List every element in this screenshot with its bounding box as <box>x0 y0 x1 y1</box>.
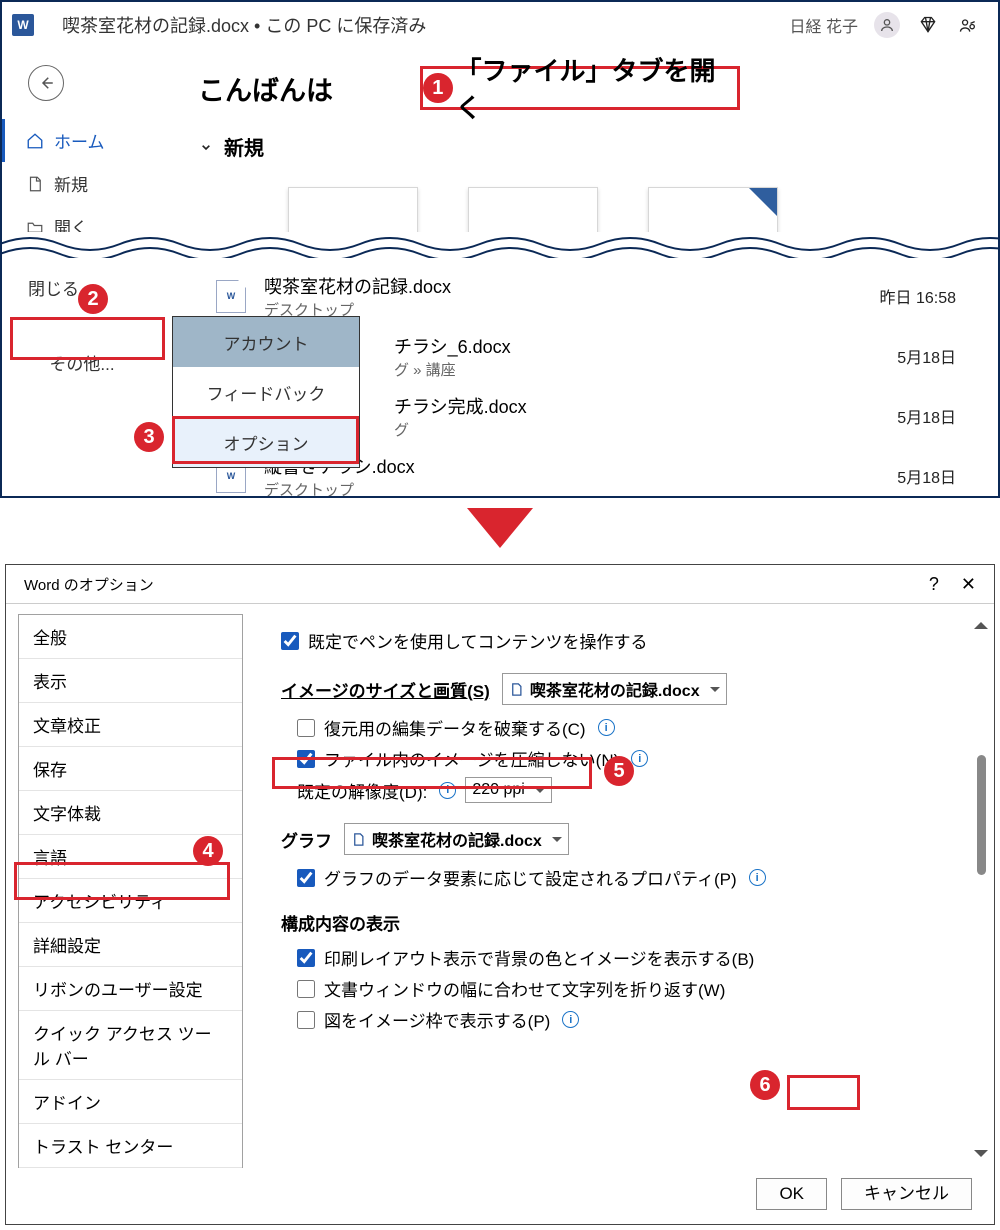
recent-file-time: 5月18日 <box>897 404 956 428</box>
callout-number-4: 4 <box>193 836 223 866</box>
nav-new-label: 新規 <box>54 171 88 196</box>
cat-addins[interactable]: アドイン <box>19 1080 242 1124</box>
recent-file-path: グ <box>394 419 527 440</box>
file-name: 喫茶室花材の記録.docx <box>62 16 249 36</box>
backstage-lower: 閉じる その他... W 喫茶室花材の記録.docxデスクトップ 昨日 16:5… <box>4 258 996 494</box>
highlight-ok <box>787 1075 860 1110</box>
info-icon[interactable]: i <box>749 869 766 886</box>
cat-advanced[interactable]: 詳細設定 <box>19 923 242 967</box>
info-icon[interactable]: i <box>598 719 615 736</box>
callout-number-2: 2 <box>78 284 108 314</box>
recent-file-name: チラシ_6.docx <box>394 333 511 359</box>
callout-number-5: 5 <box>604 756 634 786</box>
section-show-content: 構成内容の表示 <box>281 910 944 935</box>
nav-home[interactable]: ホーム <box>2 119 158 162</box>
back-button[interactable] <box>28 65 64 101</box>
nav-close-label: 閉じる <box>28 275 79 300</box>
recent-file-path: グ » 講座 <box>394 359 511 380</box>
opt-pen-checkbox[interactable] <box>281 632 299 650</box>
recent-file-time: 昨日 16:58 <box>880 284 957 308</box>
user-name: 日経 花子 <box>790 13 858 37</box>
opt-frame-checkbox[interactable] <box>297 1011 315 1029</box>
section-chart: グラフ 喫茶室花材の記録.docx <box>281 823 944 855</box>
highlight-more <box>10 317 165 360</box>
info-icon[interactable]: i <box>631 750 648 767</box>
titlebar-right: 日経 花子 <box>790 12 980 38</box>
dialog-titlebar: Word のオプション ? ✕ <box>6 565 994 603</box>
new-label: 新規 <box>224 132 264 161</box>
callout-number-1: 1 <box>423 73 453 103</box>
opt-wrap-window[interactable]: 文書ウィンドウの幅に合わせて文字列を折り返す(W) <box>297 976 944 1001</box>
cat-display[interactable]: 表示 <box>19 659 242 703</box>
recent-file-time: 5月18日 <box>897 344 956 368</box>
share-icon[interactable] <box>956 13 980 37</box>
opt-discard-checkbox[interactable] <box>297 719 315 737</box>
highlight-options <box>172 416 359 464</box>
word-file-icon: W <box>216 280 246 313</box>
cat-typography[interactable]: 文字体裁 <box>19 791 242 835</box>
scroll-down-icon[interactable] <box>974 1150 988 1164</box>
nav-new[interactable]: 新規 <box>2 162 158 205</box>
cat-save[interactable]: 保存 <box>19 747 242 791</box>
callout-open-file-tab: 1「ファイル」タブを開く <box>420 66 740 110</box>
recent-file-path: デスクトップ <box>264 479 415 499</box>
opt-pen-input[interactable]: 既定でペンを使用してコンテンツを操作する <box>281 628 944 653</box>
title-bar: W 喫茶室花材の記録.docx • この PC に保存済み 日経 花子 <box>2 2 998 47</box>
document-title: 喫茶室花材の記録.docx • この PC に保存済み <box>62 12 426 38</box>
word-app-icon: W <box>12 14 34 36</box>
dialog-button-row: OK キャンセル <box>6 1168 994 1224</box>
opt-bg-checkbox[interactable] <box>297 949 315 967</box>
ok-button[interactable]: OK <box>756 1178 827 1210</box>
menu-account[interactable]: アカウント <box>173 317 359 367</box>
cat-qat[interactable]: クイック アクセス ツール バー <box>19 1011 242 1080</box>
cancel-button[interactable]: キャンセル <box>841 1178 972 1210</box>
callout-number-3: 3 <box>134 422 164 452</box>
new-section-header[interactable]: 新規 <box>198 132 988 161</box>
opt-show-background[interactable]: 印刷レイアウト表示で背景の色とイメージを表示する(B) <box>297 945 944 970</box>
cat-trustcenter[interactable]: トラスト センター <box>19 1124 242 1168</box>
save-state: • この PC に保存済み <box>254 16 426 36</box>
recent-file-time: 5月18日 <box>897 464 956 488</box>
highlight-advanced <box>14 862 230 900</box>
opt-wrap-checkbox[interactable] <box>297 980 315 998</box>
scroll-thumb[interactable] <box>977 755 986 875</box>
menu-feedback[interactable]: フィードバック <box>173 367 359 417</box>
section-image-quality: イメージのサイズと画質(S) 喫茶室花材の記録.docx <box>281 673 944 705</box>
nav-home-label: ホーム <box>54 128 105 153</box>
chart-scope-dropdown[interactable]: 喫茶室花材の記録.docx <box>344 823 569 855</box>
scroll-up-icon[interactable] <box>974 615 988 629</box>
close-button[interactable]: ✕ <box>961 574 976 595</box>
opt-image-placeholder[interactable]: 図をイメージ枠で表示する(P) i <box>297 1007 944 1032</box>
image-scope-dropdown[interactable]: 喫茶室花材の記録.docx <box>502 673 727 705</box>
opt-chartprop-checkbox[interactable] <box>297 869 315 887</box>
recent-file-name: チラシ完成.docx <box>394 393 527 419</box>
cat-proofing[interactable]: 文章校正 <box>19 703 242 747</box>
cat-ribbon[interactable]: リボンのユーザー設定 <box>19 967 242 1011</box>
backstage-view: W 喫茶室花材の記録.docx • この PC に保存済み 日経 花子 <box>0 0 1000 498</box>
opt-discard-editdata[interactable]: 復元用の編集データを破棄する(C) i <box>297 715 944 740</box>
help-button[interactable]: ? <box>929 574 939 595</box>
cat-general[interactable]: 全般 <box>19 615 242 659</box>
recent-file-name: 喫茶室花材の記録.docx <box>264 273 451 299</box>
options-advanced-panel: 既定でペンを使用してコンテンツを操作する イメージのサイズと画質(S) 喫茶室花… <box>243 604 994 1168</box>
info-icon[interactable]: i <box>562 1011 579 1028</box>
callout-number-6: 6 <box>750 1070 780 1100</box>
premium-diamond-icon[interactable] <box>916 13 940 37</box>
flow-arrow-icon <box>0 508 1000 548</box>
user-avatar[interactable] <box>874 12 900 38</box>
scrollbar[interactable] <box>974 615 988 1164</box>
dialog-title: Word のオプション <box>24 574 154 595</box>
opt-chart-properties[interactable]: グラフのデータ要素に応じて設定されるプロパティ(P) i <box>297 865 944 890</box>
highlight-no-compress <box>272 757 592 789</box>
